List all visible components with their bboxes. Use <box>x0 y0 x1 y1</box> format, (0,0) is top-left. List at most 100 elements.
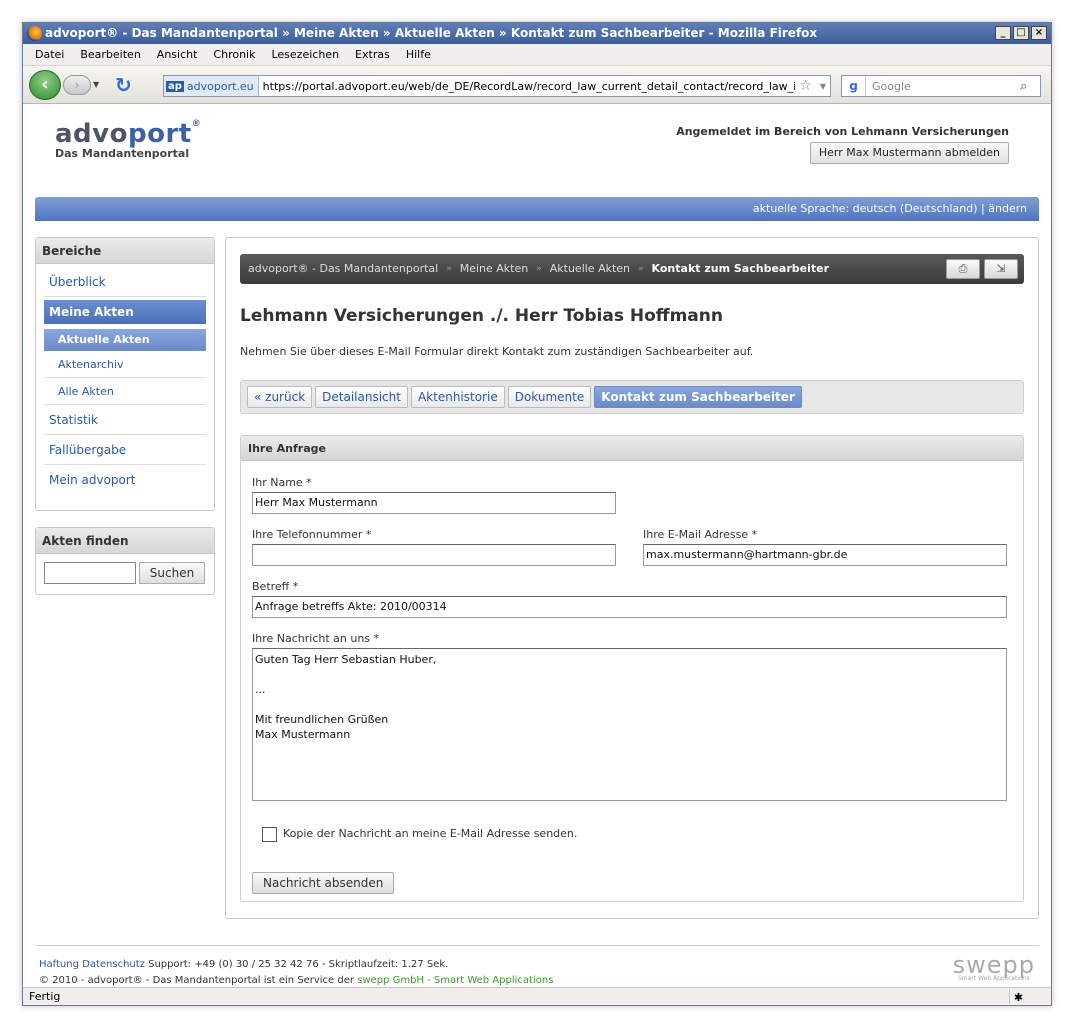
print-icon[interactable]: ⎙ <box>946 259 980 279</box>
title-bar: advoport® - Das Mandantenportal » Meine … <box>23 23 1051 44</box>
logo-text-advo: advo <box>55 119 128 149</box>
footer-link-liability[interactable]: Haftung <box>39 959 79 970</box>
phone-field[interactable] <box>252 544 616 566</box>
send-message-button[interactable]: Nachricht absenden <box>252 872 395 894</box>
breadcrumb-home[interactable]: advoport® - Das Mandantenportal <box>248 254 438 284</box>
status-bar: Fertig ✱ <box>23 987 1051 1005</box>
back-arrow-icon[interactable]: ‹ <box>29 70 61 100</box>
record-tabs: « zurück Detailansicht Aktenhistorie Dok… <box>240 380 1024 414</box>
advoport-logo[interactable]: advoport® Das Mandantenportal <box>55 119 201 160</box>
tab-history[interactable]: Aktenhistorie <box>410 386 505 408</box>
window-controls: _ □ × <box>995 26 1047 40</box>
sidebar-item-current-files[interactable]: Aktuelle Akten <box>44 329 206 351</box>
sidebar-item-my-files[interactable]: Meine Akten <box>44 300 206 324</box>
menu-datei[interactable]: Datei <box>27 44 72 65</box>
menu-ansicht[interactable]: Ansicht <box>149 44 206 65</box>
message-field[interactable]: Guten Tag Herr Sebastian Huber, ... Mit … <box>252 648 1007 801</box>
file-search-input[interactable] <box>44 562 136 584</box>
sidebar-item-all-files[interactable]: Alle Akten <box>44 378 206 405</box>
contact-form: Ihre Anfrage Ihr Name * Herr Max Musterm… <box>240 435 1024 902</box>
breadcrumb-separator: » <box>638 264 644 274</box>
subject-label: Betreff * <box>252 580 299 593</box>
breadcrumb-my-files[interactable]: Meine Akten <box>460 254 529 284</box>
file-finder-title: Akten finden <box>36 528 214 554</box>
url-text[interactable]: https://portal.advoport.eu/web/de_DE/Rec… <box>259 80 796 93</box>
close-icon[interactable]: × <box>1031 26 1047 40</box>
addon-status-icon[interactable]: ✱ <box>1009 989 1027 1004</box>
navigation-toolbar: ‹ › ▼ ↻ ap advoport.eu https://portal.ad… <box>23 66 1051 104</box>
sidebar-item-archive[interactable]: Aktenarchiv <box>44 351 206 378</box>
sidebar-item-overview[interactable]: Überblick <box>44 267 206 297</box>
email-label: Ihre E-Mail Adresse * <box>643 528 758 541</box>
menu-bearbeiten[interactable]: Bearbeiten <box>72 44 148 65</box>
site-favicon-icon: ap <box>166 80 184 92</box>
footer-link-privacy[interactable]: Datenschutz <box>82 959 145 970</box>
copy-checkbox[interactable] <box>262 827 277 842</box>
sidebar-areas-title: Bereiche <box>36 238 214 264</box>
name-label: Ihr Name * <box>252 476 312 489</box>
page-title: Lehmann Versicherungen ./. Herr Tobias H… <box>240 306 723 326</box>
subject-field[interactable]: Anfrage betreffs Akte: 2010/00314 <box>252 596 1007 618</box>
breadcrumb-separator: » <box>536 264 542 274</box>
logo-text-port: port <box>127 119 192 149</box>
logout-button[interactable]: Herr Max Mustermann abmelden <box>809 142 1009 164</box>
search-bar[interactable]: g Google ⌕ <box>841 75 1041 97</box>
menu-extras[interactable]: Extras <box>347 44 398 65</box>
language-info[interactable]: aktuelle Sprache: deutsch (Deutschland) … <box>753 202 1027 215</box>
swepp-tagline: Smart Web Applications <box>957 975 1030 982</box>
page-intro: Nehmen Sie über dieses E-Mail Formular d… <box>240 345 754 358</box>
forward-arrow-icon[interactable]: › <box>63 75 91 95</box>
sidebar-item-statistics[interactable]: Statistik <box>44 405 206 435</box>
phone-label: Ihre Telefonnummer * <box>252 528 372 541</box>
file-search-button[interactable]: Suchen <box>139 562 205 584</box>
browser-window: advoport® - Das Mandantenportal » Meine … <box>22 22 1052 1006</box>
status-text: Fertig <box>29 990 61 1003</box>
copy-label[interactable]: Kopie der Nachricht an meine E-Mail Adre… <box>283 827 577 840</box>
search-placeholder[interactable]: Google <box>866 80 1020 93</box>
reload-icon[interactable]: ↻ <box>115 73 132 97</box>
bookmark-star-icon[interactable]: ☆ <box>795 78 816 94</box>
name-field[interactable]: Herr Max Mustermann <box>252 492 616 514</box>
menu-chronik[interactable]: Chronik <box>205 44 263 65</box>
sidebar-item-handover[interactable]: Fallübergabe <box>44 435 206 465</box>
sidebar-item-my-advoport[interactable]: Mein advoport <box>44 465 206 495</box>
footer-links: Haftung Datenschutz Support: +49 (0) 30 … <box>39 959 448 970</box>
swepp-link[interactable]: swepp GmbH - Smart Web Applications <box>357 975 553 986</box>
breadcrumb-current-files[interactable]: Aktuelle Akten <box>550 254 630 284</box>
export-icon[interactable]: ⇲ <box>984 259 1018 279</box>
copyright-text: © 2010 - advoport® - Das Mandantenportal… <box>39 975 354 986</box>
sidebar-areas: Bereiche Überblick Meine Akten Aktuelle … <box>35 237 215 511</box>
swepp-logo[interactable]: swepp Smart Web Applications <box>953 951 1035 982</box>
tab-detail[interactable]: Detailansicht <box>315 386 408 408</box>
history-dropdown-icon[interactable]: ▼ <box>93 80 99 89</box>
maximize-icon[interactable]: □ <box>1013 26 1029 40</box>
file-finder: Akten finden Suchen <box>35 527 215 595</box>
breadcrumb-separator: » <box>446 264 452 274</box>
menu-lesezeichen[interactable]: Lesezeichen <box>263 44 347 65</box>
main-content: advoport® - Das Mandantenportal » Meine … <box>225 237 1039 919</box>
minimize-icon[interactable]: _ <box>995 26 1011 40</box>
breadcrumb: advoport® - Das Mandantenportal » Meine … <box>240 254 1024 284</box>
site-identity-badge[interactable]: ap advoport.eu <box>164 76 259 96</box>
language-bar: aktuelle Sprache: deutsch (Deutschland) … <box>35 197 1039 221</box>
logo-subtitle: Das Mandantenportal <box>55 147 190 160</box>
menu-hilfe[interactable]: Hilfe <box>398 44 439 65</box>
search-icon[interactable]: ⌕ <box>1020 79 1040 94</box>
site-identity-label: advoport.eu <box>186 79 254 93</box>
logo-registered: ® <box>191 119 202 129</box>
footer-copyright: © 2010 - advoport® - Das Mandantenportal… <box>39 975 553 986</box>
contact-form-title: Ihre Anfrage <box>241 436 1023 461</box>
login-info: Angemeldet im Bereich von Lehmann Versic… <box>676 125 1009 138</box>
email-field[interactable]: max.mustermann@hartmann-gbr.de <box>643 544 1007 566</box>
footer-divider <box>35 945 1039 946</box>
url-bar[interactable]: ap advoport.eu https://portal.advoport.e… <box>163 75 831 97</box>
tab-documents[interactable]: Dokumente <box>507 386 592 408</box>
tab-back[interactable]: « zurück <box>247 386 313 408</box>
message-label: Ihre Nachricht an uns * <box>252 632 380 645</box>
tab-contact[interactable]: Kontakt zum Sachbearbeiter <box>594 386 802 408</box>
window-title: advoport® - Das Mandantenportal » Meine … <box>45 26 818 40</box>
google-icon[interactable]: g <box>842 76 866 96</box>
breadcrumb-current: Kontakt zum Sachbearbeiter <box>651 262 830 275</box>
footer-support: Support: +49 (0) 30 / 25 32 42 76 - Skri… <box>148 959 449 970</box>
url-dropdown-icon[interactable]: ▼ <box>816 82 830 91</box>
